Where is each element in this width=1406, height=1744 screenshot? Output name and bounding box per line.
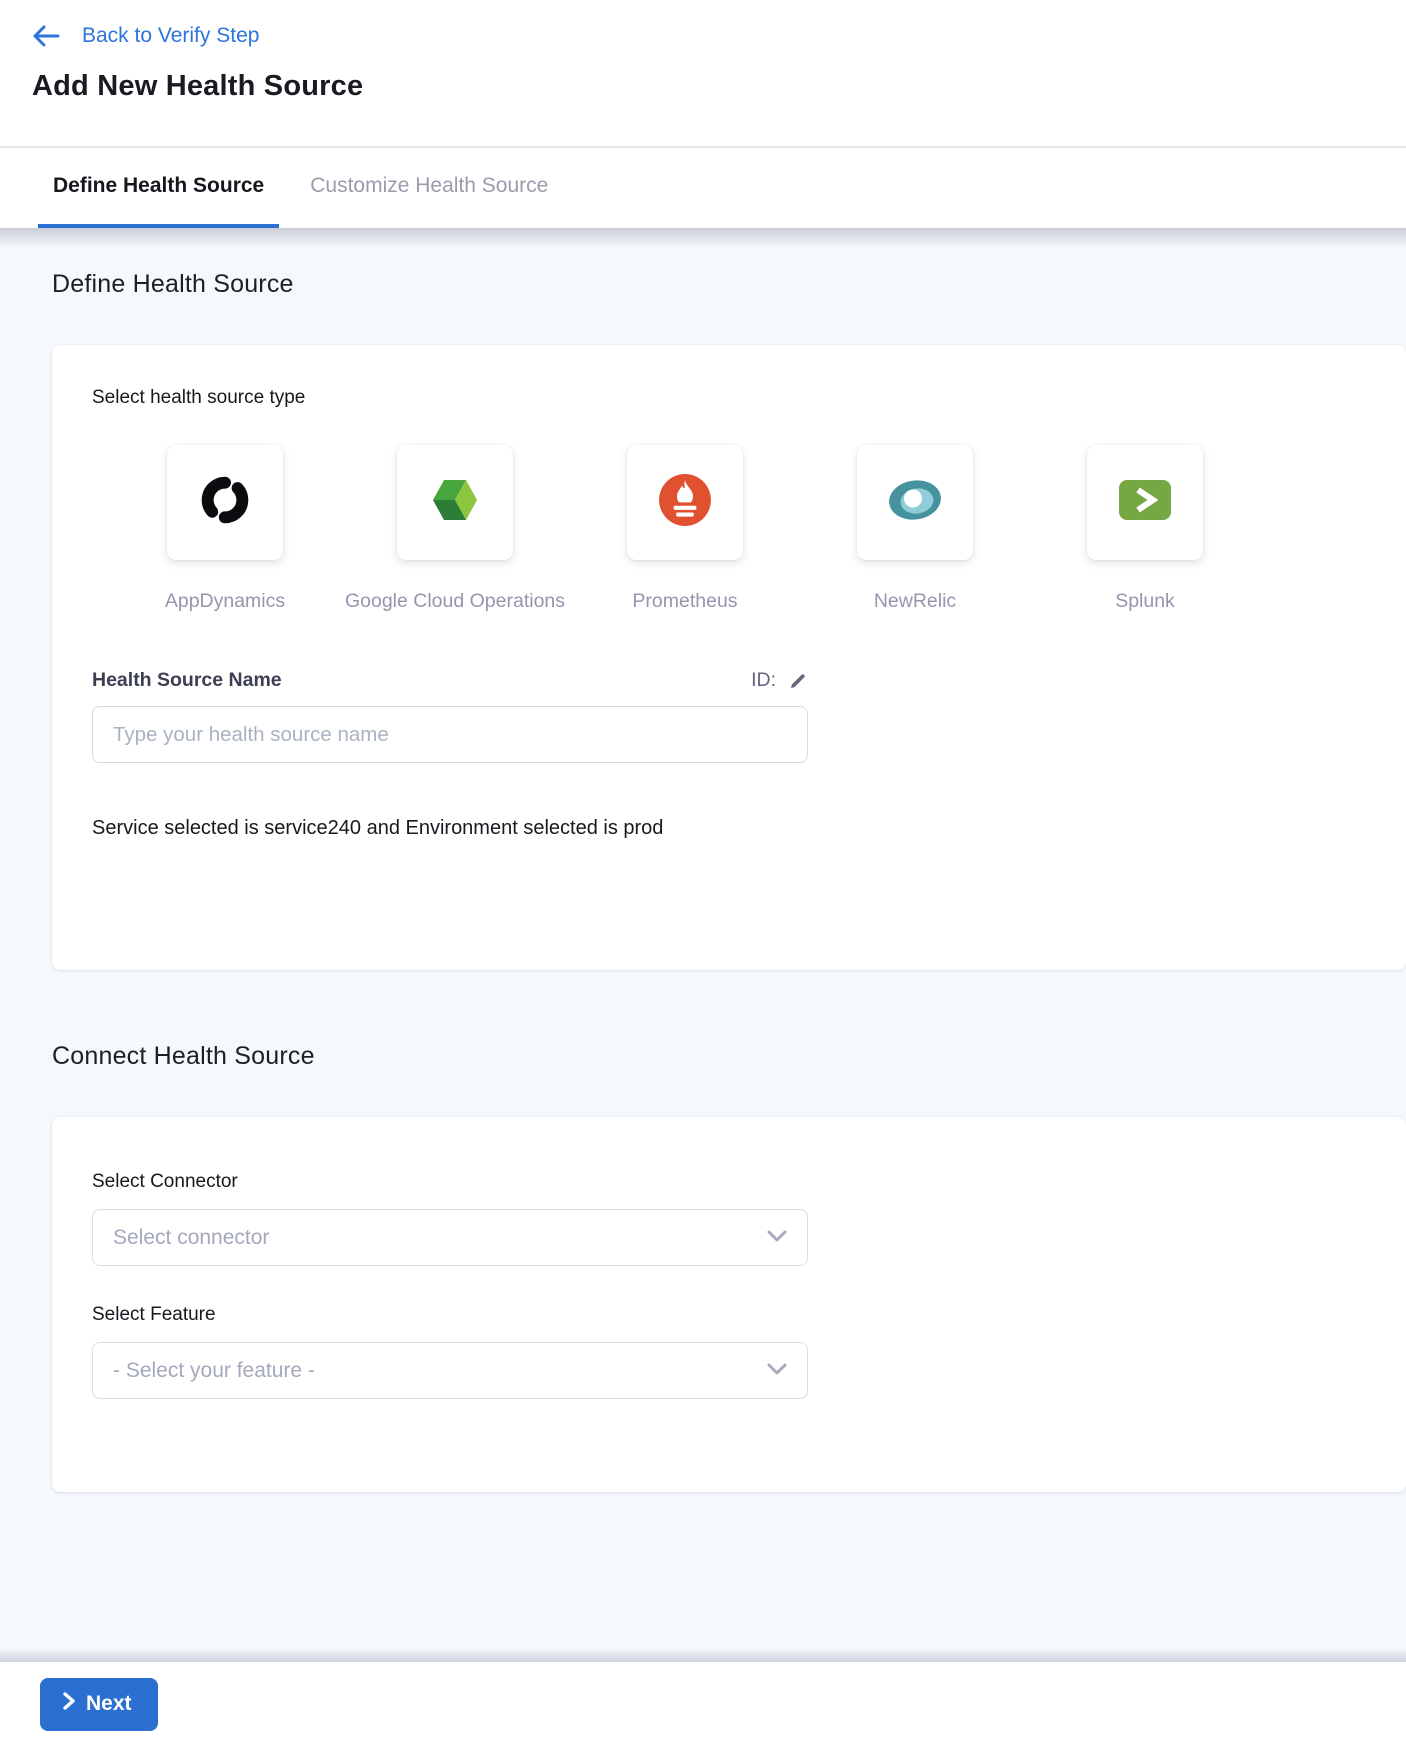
health-source-tabs: Define Health Source Customize Health So…: [0, 148, 1406, 228]
define-health-source-card: Select health source type AppDynamics: [52, 345, 1406, 970]
newrelic-icon: [887, 478, 943, 527]
drawer-header: Back to Verify Step Add New Health Sourc…: [0, 0, 1406, 146]
arrow-left-icon: [32, 25, 60, 47]
appdynamics-tile[interactable]: [167, 445, 283, 560]
page-title: Add New Health Source: [32, 70, 1406, 103]
next-button[interactable]: Next: [40, 1678, 158, 1731]
feature-select-placeholder: - Select your feature -: [113, 1359, 315, 1383]
select-type-label: Select health source type: [92, 387, 1366, 409]
edit-id-pencil-icon[interactable]: [788, 671, 808, 691]
back-to-verify-step-link[interactable]: Back to Verify Step: [32, 18, 1406, 54]
source-option-prometheus: Prometheus: [570, 445, 800, 613]
connect-health-source-card: Select Connector Select connector Select…: [52, 1117, 1406, 1492]
chevron-down-icon: [767, 1362, 787, 1380]
source-label: Splunk: [1115, 590, 1175, 613]
splunk-tile[interactable]: [1087, 445, 1203, 560]
connect-section-heading: Connect Health Source: [0, 970, 1406, 1071]
select-feature-label: Select Feature: [92, 1304, 1366, 1326]
health-source-name-input[interactable]: [92, 706, 808, 763]
source-option-google-cloud-operations: Google Cloud Operations: [340, 445, 570, 613]
source-option-splunk: Splunk: [1030, 445, 1260, 613]
prometheus-icon: [658, 473, 712, 532]
back-link-label: Back to Verify Step: [82, 24, 259, 48]
google-cloud-operations-icon: [429, 476, 481, 529]
next-button-label: Next: [86, 1692, 132, 1716]
feature-select[interactable]: - Select your feature -: [92, 1342, 808, 1399]
source-option-newrelic: NewRelic: [800, 445, 1030, 613]
chevron-down-icon: [767, 1229, 787, 1247]
newrelic-tile[interactable]: [857, 445, 973, 560]
source-label: AppDynamics: [165, 590, 285, 613]
define-section-heading: Define Health Source: [0, 228, 1406, 299]
health-source-name-block: Health Source Name ID:: [92, 669, 808, 763]
drawer-footer: Next: [0, 1662, 1406, 1744]
health-source-name-label: Health Source Name: [92, 669, 282, 692]
appdynamics-icon: [199, 474, 251, 531]
select-connector-label: Select Connector: [92, 1171, 1366, 1193]
tab-customize-health-source[interactable]: Customize Health Source: [295, 148, 563, 228]
splunk-icon: [1118, 479, 1172, 526]
source-label: NewRelic: [874, 590, 956, 613]
connector-select[interactable]: Select connector: [92, 1209, 808, 1266]
health-source-type-list: AppDynamics Google Cloud Operations: [110, 445, 1366, 613]
source-label: Google Cloud Operations: [345, 590, 565, 613]
source-label: Prometheus: [632, 590, 737, 613]
id-group: ID:: [751, 669, 808, 692]
prometheus-tile[interactable]: [627, 445, 743, 560]
connector-select-placeholder: Select connector: [113, 1226, 269, 1250]
tab-panel-define: Define Health Source Select health sourc…: [0, 228, 1406, 1662]
google-cloud-operations-tile[interactable]: [397, 445, 513, 560]
id-label: ID:: [751, 669, 776, 692]
service-environment-note: Service selected is service240 and Envir…: [92, 817, 1366, 840]
source-option-appdynamics: AppDynamics: [110, 445, 340, 613]
tab-define-health-source[interactable]: Define Health Source: [38, 148, 279, 228]
chevron-right-icon: [62, 1692, 76, 1716]
